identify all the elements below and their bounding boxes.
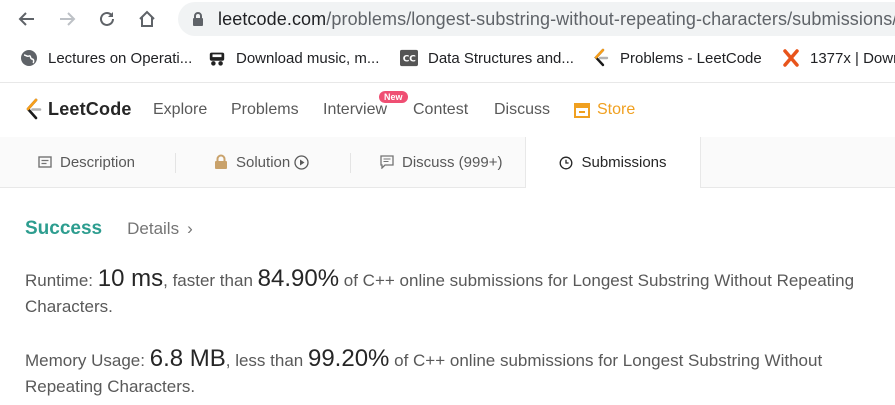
bookmark-item[interactable]: Lectures on Operati... [20,49,192,67]
address-bar[interactable]: leetcode.com/problems/longest-substring-… [178,2,895,36]
forward-button[interactable] [54,6,80,32]
nav-contest[interactable]: Contest [413,101,468,119]
nav-store[interactable]: Store [573,101,635,119]
comment-icon [380,155,394,169]
tab-solution[interactable]: Solution [214,137,309,187]
bookmark-label: Problems - LeetCode [620,49,762,67]
chevron-right-icon: › [187,219,193,238]
memory-stat: Memory Usage: 6.8 MB, less than 99.20% o… [25,346,885,400]
url-text: leetcode.com/problems/longest-substring-… [218,9,895,30]
bookmark-label: Download music, m... [236,49,380,67]
x-icon [782,49,800,67]
status-success: Success [25,218,103,239]
home-icon [139,10,155,27]
tab-submissions[interactable]: Submissions [525,137,701,188]
lock-icon [192,11,206,27]
reload-icon [100,11,114,26]
clock-icon [559,156,573,170]
runtime-percentile: 84.90% [257,265,340,292]
leetcode-logo[interactable]: LeetCode [24,97,132,121]
runtime-description: of C++ online submissions for Longest Su… [343,271,855,290]
bookmark-item[interactable]: CC Data Structures and... [400,49,574,67]
url-host: leetcode.com [218,8,327,29]
tab-label: Description [60,153,136,171]
runtime-stat: Runtime: 10 ms, faster than 84.90% of C+… [25,266,885,320]
reload-button[interactable] [94,6,120,32]
memory-value: 6.8 MB [149,345,226,372]
bookmark-item[interactable]: Download music, m... [208,49,379,67]
nav-explore[interactable]: Explore [153,101,207,119]
nav-interview[interactable]: Interview [323,101,387,119]
store-icon [574,103,590,118]
doc-icon [38,156,52,168]
back-arrow-icon [18,12,34,26]
lock-icon [214,154,228,170]
runtime-label: Runtime: [25,271,94,290]
tab-divider [350,153,351,173]
svg-text:CC: CC [403,55,417,65]
new-badge: New [379,91,408,103]
leetcode-icon [592,48,610,67]
home-button[interactable] [134,6,160,32]
leetcode-navbar: LeetCode Explore Problems Interview New … [0,82,895,138]
tab-label: Discuss (999+) [402,153,503,171]
tab-description[interactable]: Description [38,137,135,187]
tab-label: Solution [236,153,291,171]
memory-label: Memory Usage: [25,351,145,370]
cc-icon: CC [400,49,418,67]
tab-divider [175,153,176,173]
play-icon [294,154,309,170]
bookmark-label: Data Structures and... [428,49,574,67]
tab-discuss[interactable]: Discuss (999+) [380,137,502,187]
leetcode-logo-icon [26,98,42,120]
result-header: Success Details › [25,218,193,240]
problem-tabs: Description Solution Discuss (999+) Subm… [0,137,895,188]
bookmarks-bar: Lectures on Operati... Download music, m… [0,40,895,78]
memory-percentile: 99.20% [307,345,390,372]
forward-arrow-icon [60,12,76,26]
memory-description-cont: Repeating Characters. [25,377,196,396]
nav-problems[interactable]: Problems [231,101,299,119]
bookmark-item[interactable]: Problems - LeetCode [592,48,762,67]
bookmark-item[interactable]: 1377x | Dowr [782,49,895,67]
bookmark-label: 1377x | Dowr [810,49,895,67]
runtime-value: 10 ms [97,265,164,292]
back-button[interactable] [14,6,40,32]
memory-mid: , less than [225,351,304,370]
nav-discuss[interactable]: Discuss [494,101,550,119]
url-path: /problems/longest-substring-without-repe… [326,8,895,29]
store-label: Store [597,101,636,118]
globe-icon [20,49,38,67]
tab-label: Submissions [581,154,667,171]
mp3-icon [208,49,226,67]
logo-text: LeetCode [48,98,132,119]
browser-toolbar: leetcode.com/problems/longest-substring-… [0,0,895,38]
runtime-mid: , faster than [163,271,253,290]
memory-description: of C++ online submissions for Longest Su… [394,351,823,370]
bookmark-label: Lectures on Operati... [48,49,193,67]
details-link[interactable]: Details › [127,219,193,239]
details-label: Details [127,219,180,238]
runtime-description-cont: Characters. [25,297,113,316]
